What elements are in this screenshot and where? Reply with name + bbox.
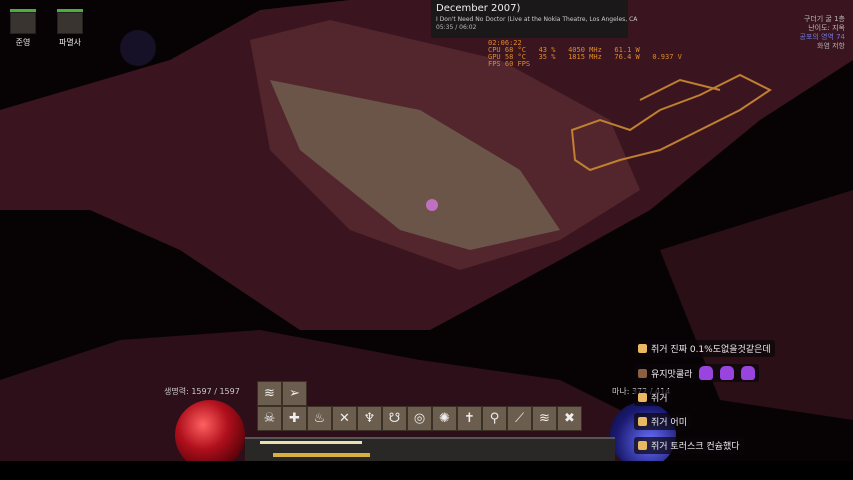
chat-text: 쥐거 토러스크 컨슘했다 [651,442,740,452]
fps-stats: FPS 60 FPS [488,60,531,68]
skill-slot[interactable]: ♨ [307,406,332,431]
skill-slot[interactable]: ≋ [532,406,557,431]
skill-slot[interactable]: ☠ [257,406,282,431]
stamina-bar [273,453,370,457]
skill-bar: ☠ ✚ ♨ ✕ ♆ ☋ ◎ ✺ ✝ ⚲ ⟋ ≋ ✖ [257,406,582,431]
life-orb[interactable] [175,400,245,470]
skill-slot[interactable]: ✺ [432,406,457,431]
poop-icon [638,368,647,378]
skill-slot[interactable]: ✕ [332,406,357,431]
life-text: 생명력: 1597 / 1597 [164,387,240,396]
badge-icon [638,344,647,353]
chat-text: 쥐거 [651,394,668,404]
track-subtitle: I Don't Need No Doctor (Live at the Noki… [436,16,638,23]
chat-message: 쥐거 진짜 0.1%도없을것같은데 [634,340,775,357]
chat-message: 쥐거 토러스크 컨슘했다 [634,437,744,454]
skill-slot[interactable]: ✚ [282,406,307,431]
badge-icon [638,441,647,450]
chat-message: 쥐거 [634,389,672,406]
chat-text: 유지맛쿨라 [651,369,693,380]
player-character [426,199,438,211]
mercenary-portrait[interactable]: 파멸사 [57,9,83,48]
difficulty: 난이도: 지옥 [808,24,845,32]
chat-text: 쥐거 어미 [651,418,687,428]
badge-icon [638,417,647,426]
chat-text: 쥐거 진짜 0.1%도없을것같은데 [651,345,771,355]
track-time: 05:35 / 06:02 [436,24,477,31]
mercenary-name: 준영 [15,38,31,47]
emote-icon [699,366,714,380]
skill-slot[interactable]: ✖ [557,406,582,431]
emote-icon [741,366,756,380]
area-name: 구더기 굴 1층 [803,15,845,23]
now-playing-overlay: December 2007) I Don't Need No Doctor (L… [431,0,638,38]
track-title: December 2007) [436,3,521,14]
experience-bar [260,441,362,444]
skill-slot[interactable]: ⟋ [507,406,532,431]
badge-icon [638,393,647,402]
emote-icon [720,366,735,380]
skill-slot[interactable]: ➢ [282,381,307,406]
portrait-icon [10,12,36,34]
skill-slot[interactable]: ◎ [407,406,432,431]
hardware-monitor: 02:06:22 CPU 68 °C 43 % 4050 MHz 61.1 W GP… [488,40,682,68]
letterbox [0,461,853,480]
area-info: 구더기 굴 1층 난이도: 지옥 공포의 영역 74 화염 저항 [799,15,845,51]
portrait-icon [57,12,83,34]
area-note: 화염 저항 [817,42,845,50]
mercenary-portrait[interactable]: 준영 [10,9,36,48]
chat-message: 쥐거 어미 [634,413,691,430]
skill-slot[interactable]: ♆ [357,406,382,431]
terror-zone: 공포의 영역 74 [799,33,845,41]
chat-message: 유지맛쿨라 [634,364,760,382]
stream-chat: 쥐거 진짜 0.1%도없을것같은데유지맛쿨라쥐거쥐거 어미쥐거 토러스크 컨슘했… [634,340,775,461]
skill-slot[interactable]: ✝ [457,406,482,431]
skill-slot[interactable]: ≋ [257,381,282,406]
skill-slot[interactable]: ⚲ [482,406,507,431]
skill-slot[interactable]: ☋ [382,406,407,431]
mercenary-name: 파멸사 [58,38,82,47]
skill-bar-secondary: ≋ ➢ [257,381,307,406]
